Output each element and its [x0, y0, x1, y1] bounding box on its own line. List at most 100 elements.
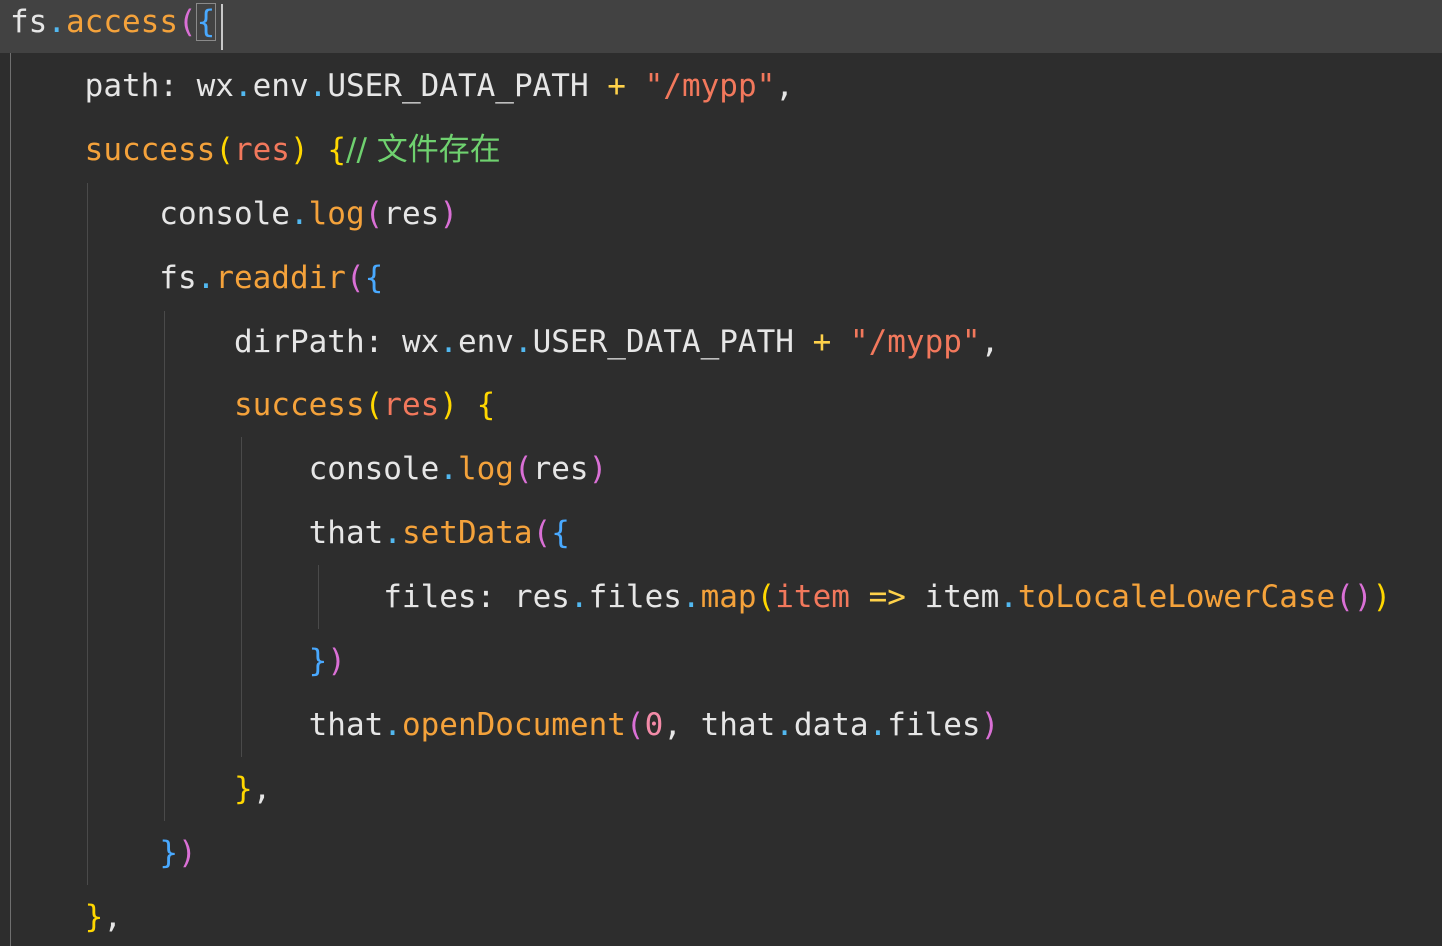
code-token: res — [383, 195, 440, 232]
text-cursor — [221, 4, 223, 50]
code-token: { — [364, 259, 384, 296]
code-line[interactable]: }) — [10, 831, 196, 875]
code-token: . — [289, 195, 309, 232]
code-token: files — [10, 579, 477, 616]
current-line-highlight — [0, 0, 1442, 53]
code-line[interactable]: path: wx.env.USER_DATA_PATH + "/mypp", — [10, 64, 794, 108]
code-token: . — [999, 579, 1018, 616]
code-token: data — [793, 706, 869, 743]
code-token: USER_DATA_PATH — [532, 323, 813, 360]
code-token: : — [159, 67, 197, 104]
code-token: openDocument — [401, 706, 626, 743]
code-token: env — [252, 67, 309, 104]
code-token: res — [383, 387, 440, 424]
code-token: . — [868, 706, 888, 743]
code-token: ) — [439, 387, 458, 424]
code-token: map — [700, 579, 757, 616]
code-token: readdir — [215, 259, 346, 296]
code-token: ( — [177, 4, 197, 40]
code-token: "/mypp" — [644, 67, 776, 104]
code-token: ( — [756, 579, 776, 616]
code-token: + — [812, 323, 832, 360]
code-line[interactable]: }) — [10, 639, 346, 683]
code-token: success — [84, 131, 216, 168]
code-line[interactable]: fs.access({ — [10, 0, 217, 44]
code-token: , — [103, 898, 122, 935]
code-token: . — [569, 579, 589, 616]
code-token: env — [457, 323, 514, 360]
code-line[interactable]: files: res.files.map(item => item.toLoca… — [10, 575, 1391, 619]
code-line[interactable]: success(res) {// 文件存在 — [10, 128, 501, 172]
code-token: ) — [1372, 579, 1392, 616]
code-token: item — [905, 579, 1000, 616]
code-token: 0 — [644, 706, 664, 743]
code-token: . — [513, 323, 533, 360]
code-line[interactable]: success(res) { — [10, 383, 495, 427]
code-token: . — [196, 259, 216, 296]
code-token: . — [439, 451, 458, 488]
indent-guide — [10, 53, 11, 946]
code-token: , — [663, 706, 701, 743]
code-token: files — [887, 706, 981, 743]
code-token: success — [233, 387, 365, 424]
code-line[interactable]: }, — [10, 895, 122, 939]
code-token: that — [10, 706, 384, 743]
code-token: ) — [980, 706, 1000, 743]
code-token: setData — [401, 515, 533, 552]
code-line[interactable]: that.setData({ — [10, 511, 570, 555]
code-token: path — [10, 67, 160, 104]
code-token: console — [10, 195, 290, 232]
code-token: { — [551, 515, 570, 552]
code-token: . — [233, 67, 253, 104]
code-token: files — [588, 579, 682, 616]
code-token: { — [327, 131, 346, 168]
code-token: . — [383, 706, 402, 743]
code-token: ( — [625, 706, 645, 743]
code-token: : — [476, 579, 514, 616]
code-token: , — [980, 323, 1000, 360]
code-token: } — [84, 898, 104, 935]
code-token: ) — [588, 451, 608, 488]
code-token: that — [10, 515, 384, 552]
code-token: log — [457, 451, 514, 488]
code-line[interactable]: dirPath: wx.env.USER_DATA_PATH + "/mypp"… — [10, 320, 999, 364]
code-editor[interactable]: fs.access({ path: wx.env.USER_DATA_PATH … — [0, 0, 1442, 946]
code-token: . — [308, 67, 328, 104]
code-token: res — [233, 131, 290, 168]
code-token: ) — [327, 643, 346, 679]
code-token: => — [868, 579, 906, 616]
code-token: { — [195, 3, 217, 41]
code-line[interactable]: fs.readdir({ — [10, 256, 383, 300]
code-token: log — [308, 195, 365, 232]
code-token: "/mypp" — [849, 323, 981, 360]
code-token: ( — [364, 387, 384, 424]
code-line[interactable]: that.openDocument(0, that.data.files) — [10, 703, 1000, 747]
code-token: , — [252, 770, 272, 807]
code-line[interactable]: console.log(res) — [10, 192, 458, 236]
code-token: ( — [215, 131, 234, 168]
code-token: access — [66, 4, 178, 40]
code-token: } — [233, 770, 253, 807]
code-token: . — [681, 579, 701, 616]
code-line[interactable]: }, — [10, 767, 271, 811]
code-token: } — [308, 643, 328, 679]
code-token: // 文件存在 — [346, 131, 501, 168]
code-token: ) — [1353, 579, 1373, 616]
code-token: ( — [1335, 579, 1354, 616]
code-token: . — [775, 706, 794, 743]
code-token: . — [383, 515, 402, 552]
code-line[interactable]: console.log(res) — [10, 447, 608, 491]
code-token: that — [700, 706, 776, 743]
code-token: ( — [345, 259, 365, 296]
code-token: toLocaleLowerCase — [1017, 579, 1336, 616]
code-token: wx — [196, 67, 234, 104]
